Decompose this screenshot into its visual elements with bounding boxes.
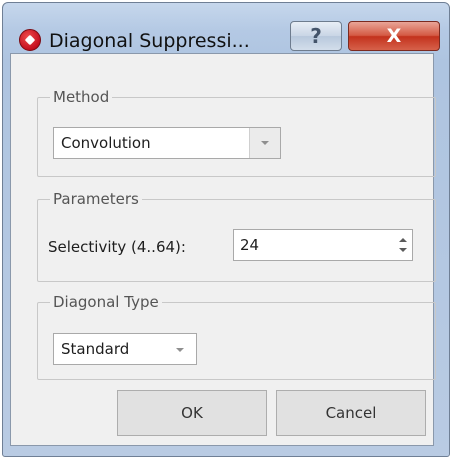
close-button[interactable]: X — [348, 21, 440, 51]
method-group: Method Convolution — [37, 87, 436, 177]
selectivity-spinbox[interactable]: 24 — [233, 229, 413, 261]
diagonal-type-dropdown[interactable]: Standard — [53, 333, 197, 365]
method-group-label: Method — [50, 87, 113, 107]
title-bar[interactable]: Diagonal Suppressi... ? X — [3, 3, 449, 55]
selectivity-value: 24 — [240, 236, 260, 254]
diagonal-type-selected-value: Standard — [61, 340, 130, 358]
parameters-group: Parameters Selectivity (4..64): 24 — [37, 189, 436, 282]
method-dropdown[interactable]: Convolution — [53, 127, 281, 159]
chevron-down-icon — [176, 348, 184, 352]
help-icon: ? — [310, 24, 322, 48]
method-selected-value: Convolution — [61, 134, 151, 152]
diagonal-type-group-label: Diagonal Type — [50, 292, 162, 312]
chevron-down-icon — [261, 141, 269, 145]
spin-up-icon[interactable] — [399, 238, 407, 242]
cancel-button[interactable]: Cancel — [276, 390, 426, 436]
help-button[interactable]: ? — [290, 21, 342, 51]
method-dropdown-button[interactable] — [249, 128, 280, 158]
app-logo-icon — [19, 29, 41, 51]
spin-down-icon[interactable] — [399, 248, 407, 252]
close-icon: X — [386, 25, 402, 47]
window-title: Diagonal Suppressi... — [49, 30, 250, 52]
ok-button[interactable]: OK — [117, 390, 267, 436]
diagonal-type-group: Diagonal Type Standard — [37, 292, 436, 380]
parameters-group-label: Parameters — [50, 189, 142, 209]
selectivity-label: Selectivity (4..64): — [48, 238, 186, 256]
